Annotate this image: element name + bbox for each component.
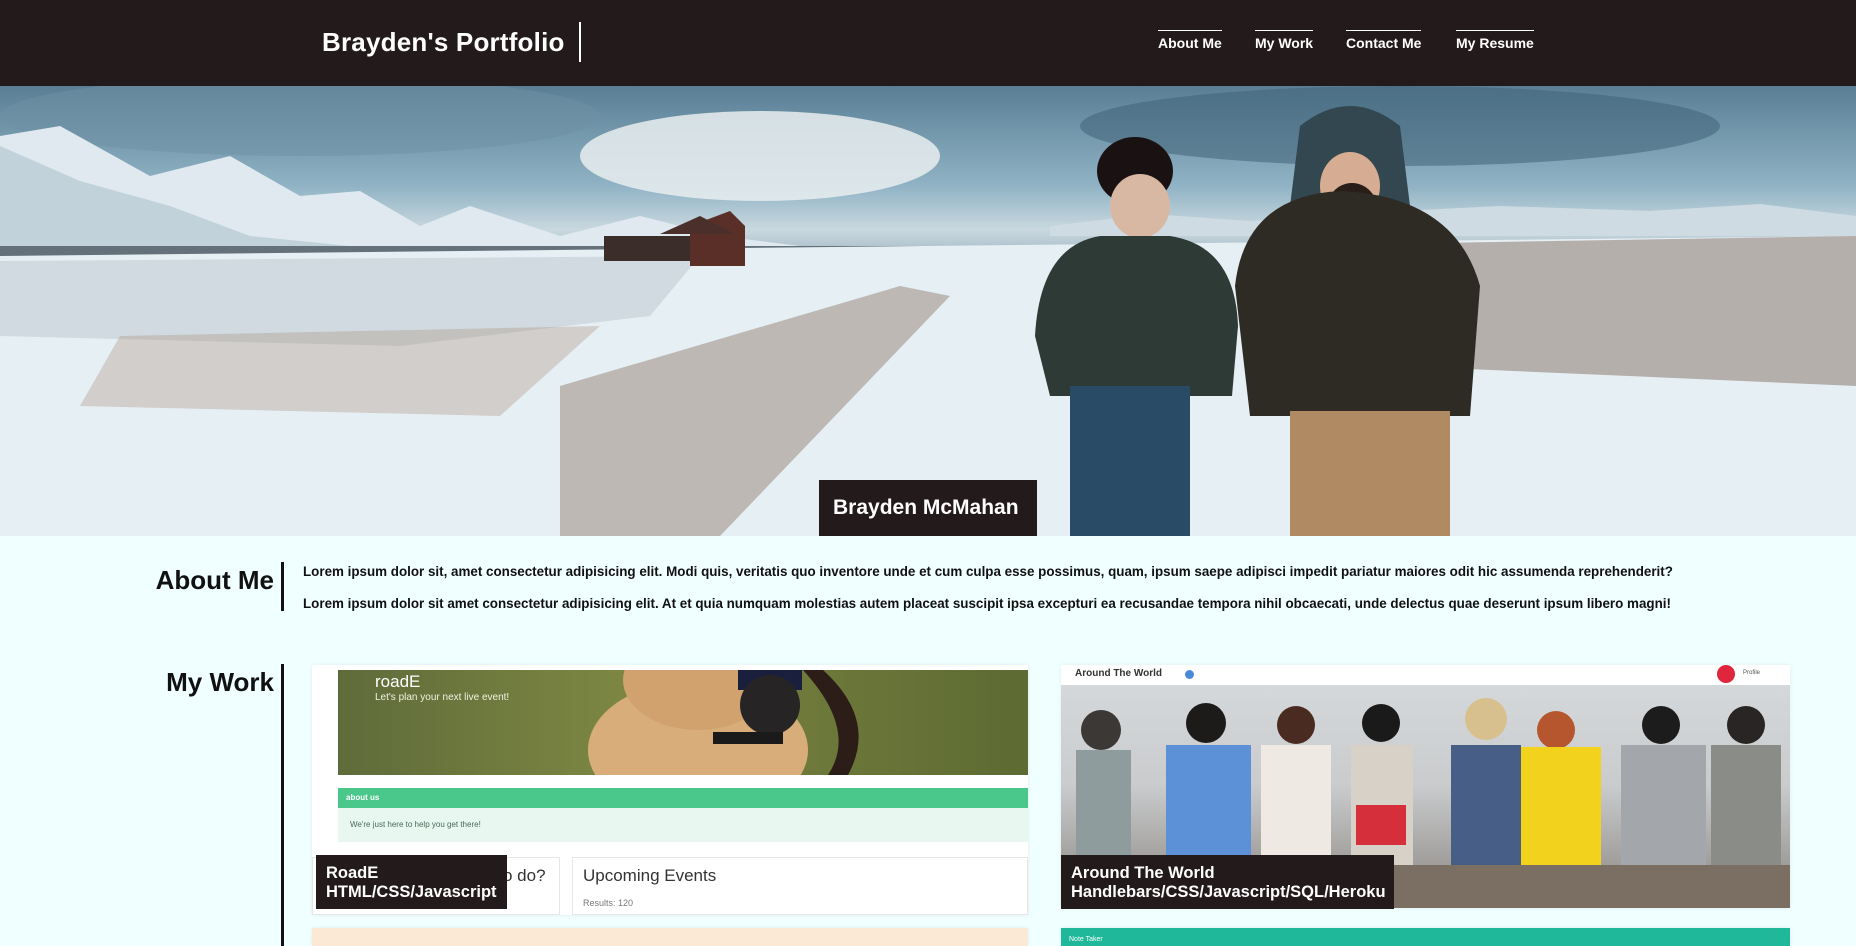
- roade-events-panel: Upcoming Events Results: 120: [572, 857, 1028, 915]
- roade-about-text: We're just here to help you get there!: [338, 808, 1028, 842]
- roade-events-title: Upcoming Events: [583, 866, 717, 885]
- hero-landscape-illustration: [0, 86, 1856, 536]
- project-name-around-the-world: Around The World: [1071, 864, 1215, 882]
- globe-icon: [1185, 670, 1194, 679]
- about-paragraph-1: Lorem ipsum dolor sit, amet consectetur …: [303, 564, 1673, 579]
- nav-my-resume[interactable]: My Resume: [1456, 30, 1534, 53]
- roade-about-bar: about us: [338, 788, 1028, 808]
- work-divider: [281, 664, 284, 946]
- project-card-next-left[interactable]: [312, 928, 1028, 946]
- about-paragraph-2: Lorem ipsum dolor sit amet consectetur a…: [303, 596, 1671, 611]
- roade-hero: roadE Let's plan your next live event!: [338, 670, 1028, 775]
- about-title: About Me: [155, 565, 274, 595]
- atw-navbar: Around The World Profile: [1061, 665, 1790, 685]
- project-card-note-taker[interactable]: Note Taker: [1061, 928, 1790, 946]
- nav-contact-me[interactable]: Contact Me: [1346, 30, 1422, 53]
- hero-image: [0, 86, 1856, 536]
- roade-app-title: roadE: [375, 672, 421, 691]
- roade-left-panel-text: o do?: [503, 866, 546, 885]
- site-brand[interactable]: Brayden's Portfolio: [322, 22, 581, 62]
- note-taker-label: Note Taker: [1069, 936, 1103, 943]
- project-name-roade: RoadE: [326, 864, 379, 882]
- project-tech-around-the-world: Handlebars/CSS/Javascript/SQL/Heroku: [1071, 883, 1386, 901]
- project-label-roade: RoadE HTML/CSS/Javascript: [316, 855, 507, 909]
- guitar-illustration: [588, 670, 859, 775]
- site-header: Brayden's Portfolio About Me My Work Con…: [0, 0, 1856, 86]
- project-label-around-the-world: Around The World Handlebars/CSS/Javascri…: [1061, 855, 1394, 909]
- atw-profile-label: Profile: [1743, 670, 1761, 676]
- about-divider: [281, 562, 284, 611]
- project-tech-roade: HTML/CSS/Javascript: [326, 883, 497, 901]
- avatar: [1717, 665, 1735, 683]
- nav-about-me[interactable]: About Me: [1158, 30, 1222, 53]
- hero-caption: Brayden McMahan: [819, 480, 1037, 536]
- atw-app-title: Around The World: [1075, 668, 1163, 679]
- work-title: My Work: [166, 667, 274, 697]
- roade-tagline: Let's plan your next live event!: [375, 692, 510, 703]
- nav-my-work[interactable]: My Work: [1255, 30, 1314, 53]
- roade-results: Results: 120: [583, 898, 634, 908]
